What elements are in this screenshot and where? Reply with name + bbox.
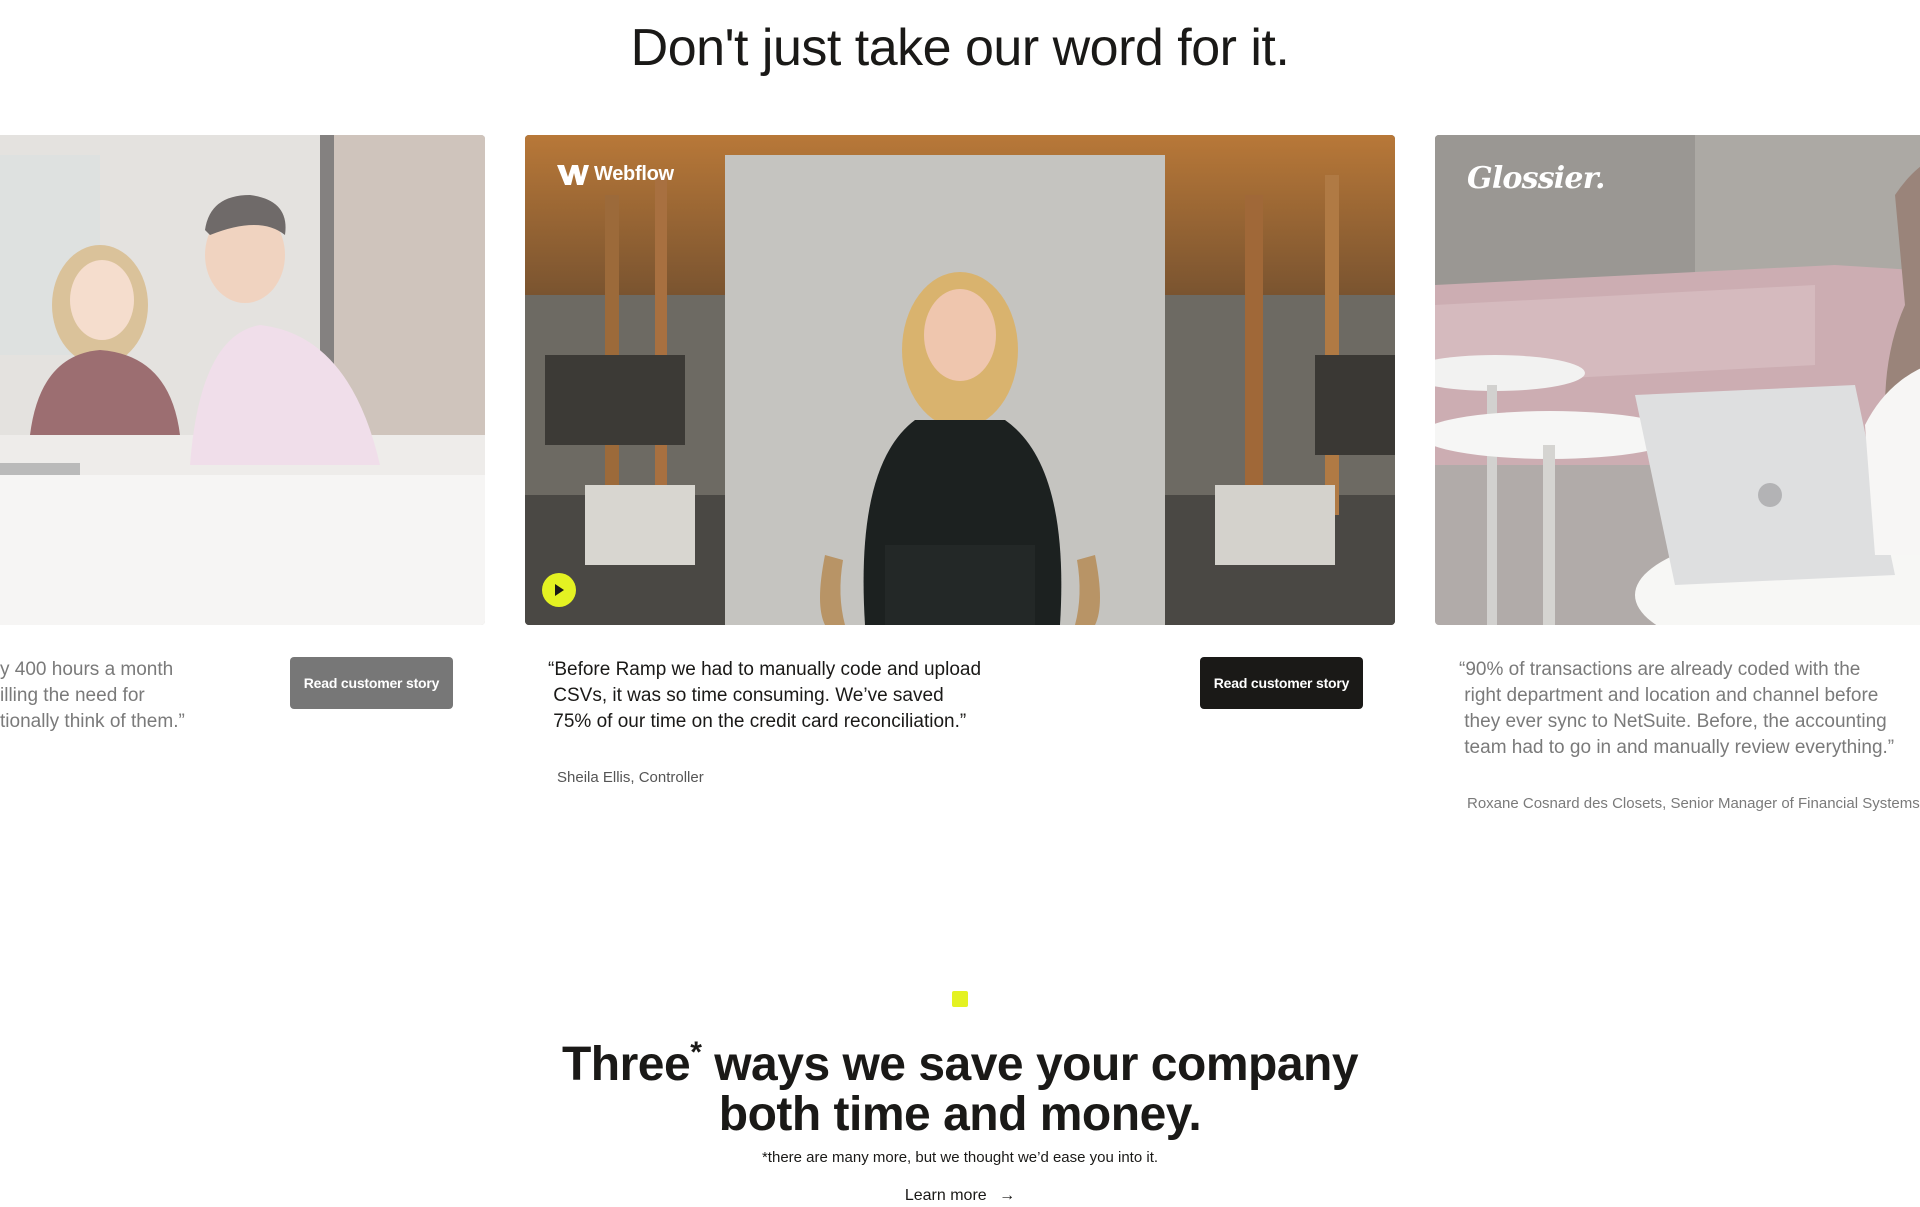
laptop-lounge-image (1435, 135, 1920, 625)
webflow-logo-icon (557, 164, 589, 185)
play-video-button[interactable] (542, 573, 576, 607)
testimonials-heading: Don't just take our word for it. (630, 19, 1290, 77)
testimonial-attribution: Sheila Ellis, Controller (557, 769, 704, 786)
testimonial-card-webflow[interactable]: Webflow “Before Ramp we had to manually … (525, 135, 1395, 786)
accent-square (952, 991, 968, 1007)
glossier-logo-text: Glossier. (1467, 161, 1605, 196)
savings-heading-part1: Three (561, 1038, 691, 1091)
office-meeting-image (0, 135, 485, 625)
learn-more-label: Learn more (904, 1187, 987, 1204)
webflow-logo: Webflow (557, 163, 674, 186)
savings-heading-part2: ways we save your company (701, 1038, 1359, 1091)
testimonial-attribution: Roxane Cosnard des Closets, Senior Manag… (1467, 795, 1920, 812)
testimonial-photo: Glossier. (1435, 135, 1920, 625)
testimonial-photo (0, 135, 485, 625)
testimonial-video[interactable]: Webflow (525, 135, 1395, 625)
webflow-logo-text: Webflow (594, 163, 674, 185)
glossier-logo: Glossier. (1467, 161, 1605, 196)
testimonial-card-glossier[interactable]: Glossier. “90% of transactions are alrea… (1435, 135, 1920, 812)
savings-heading-asterisk: * (690, 1036, 702, 1069)
learn-more-link[interactable]: Learn more → (0, 1187, 1920, 1205)
testimonial-quote: “90% of transactions are already coded w… (1459, 659, 1895, 758)
savings-heading-line2: both time and money. (718, 1088, 1202, 1141)
testimonial-quote: y 400 hours a month illing the need for … (0, 659, 185, 732)
read-customer-story-button[interactable]: Read customer story (290, 657, 453, 709)
play-icon (555, 584, 564, 596)
interview-video-frame (525, 135, 1395, 625)
testimonial-card[interactable]: y 400 hours a month illing the need for … (0, 135, 485, 732)
savings-heading: Three* ways we save your company both ti… (0, 1028, 1920, 1140)
testimonial-quote: “Before Ramp we had to manually code and… (548, 659, 982, 732)
arrow-right-icon: → (999, 1187, 1016, 1204)
read-customer-story-button[interactable]: Read customer story (1200, 657, 1363, 709)
savings-footnote: *there are many more, but we thought we’… (761, 1149, 1159, 1166)
